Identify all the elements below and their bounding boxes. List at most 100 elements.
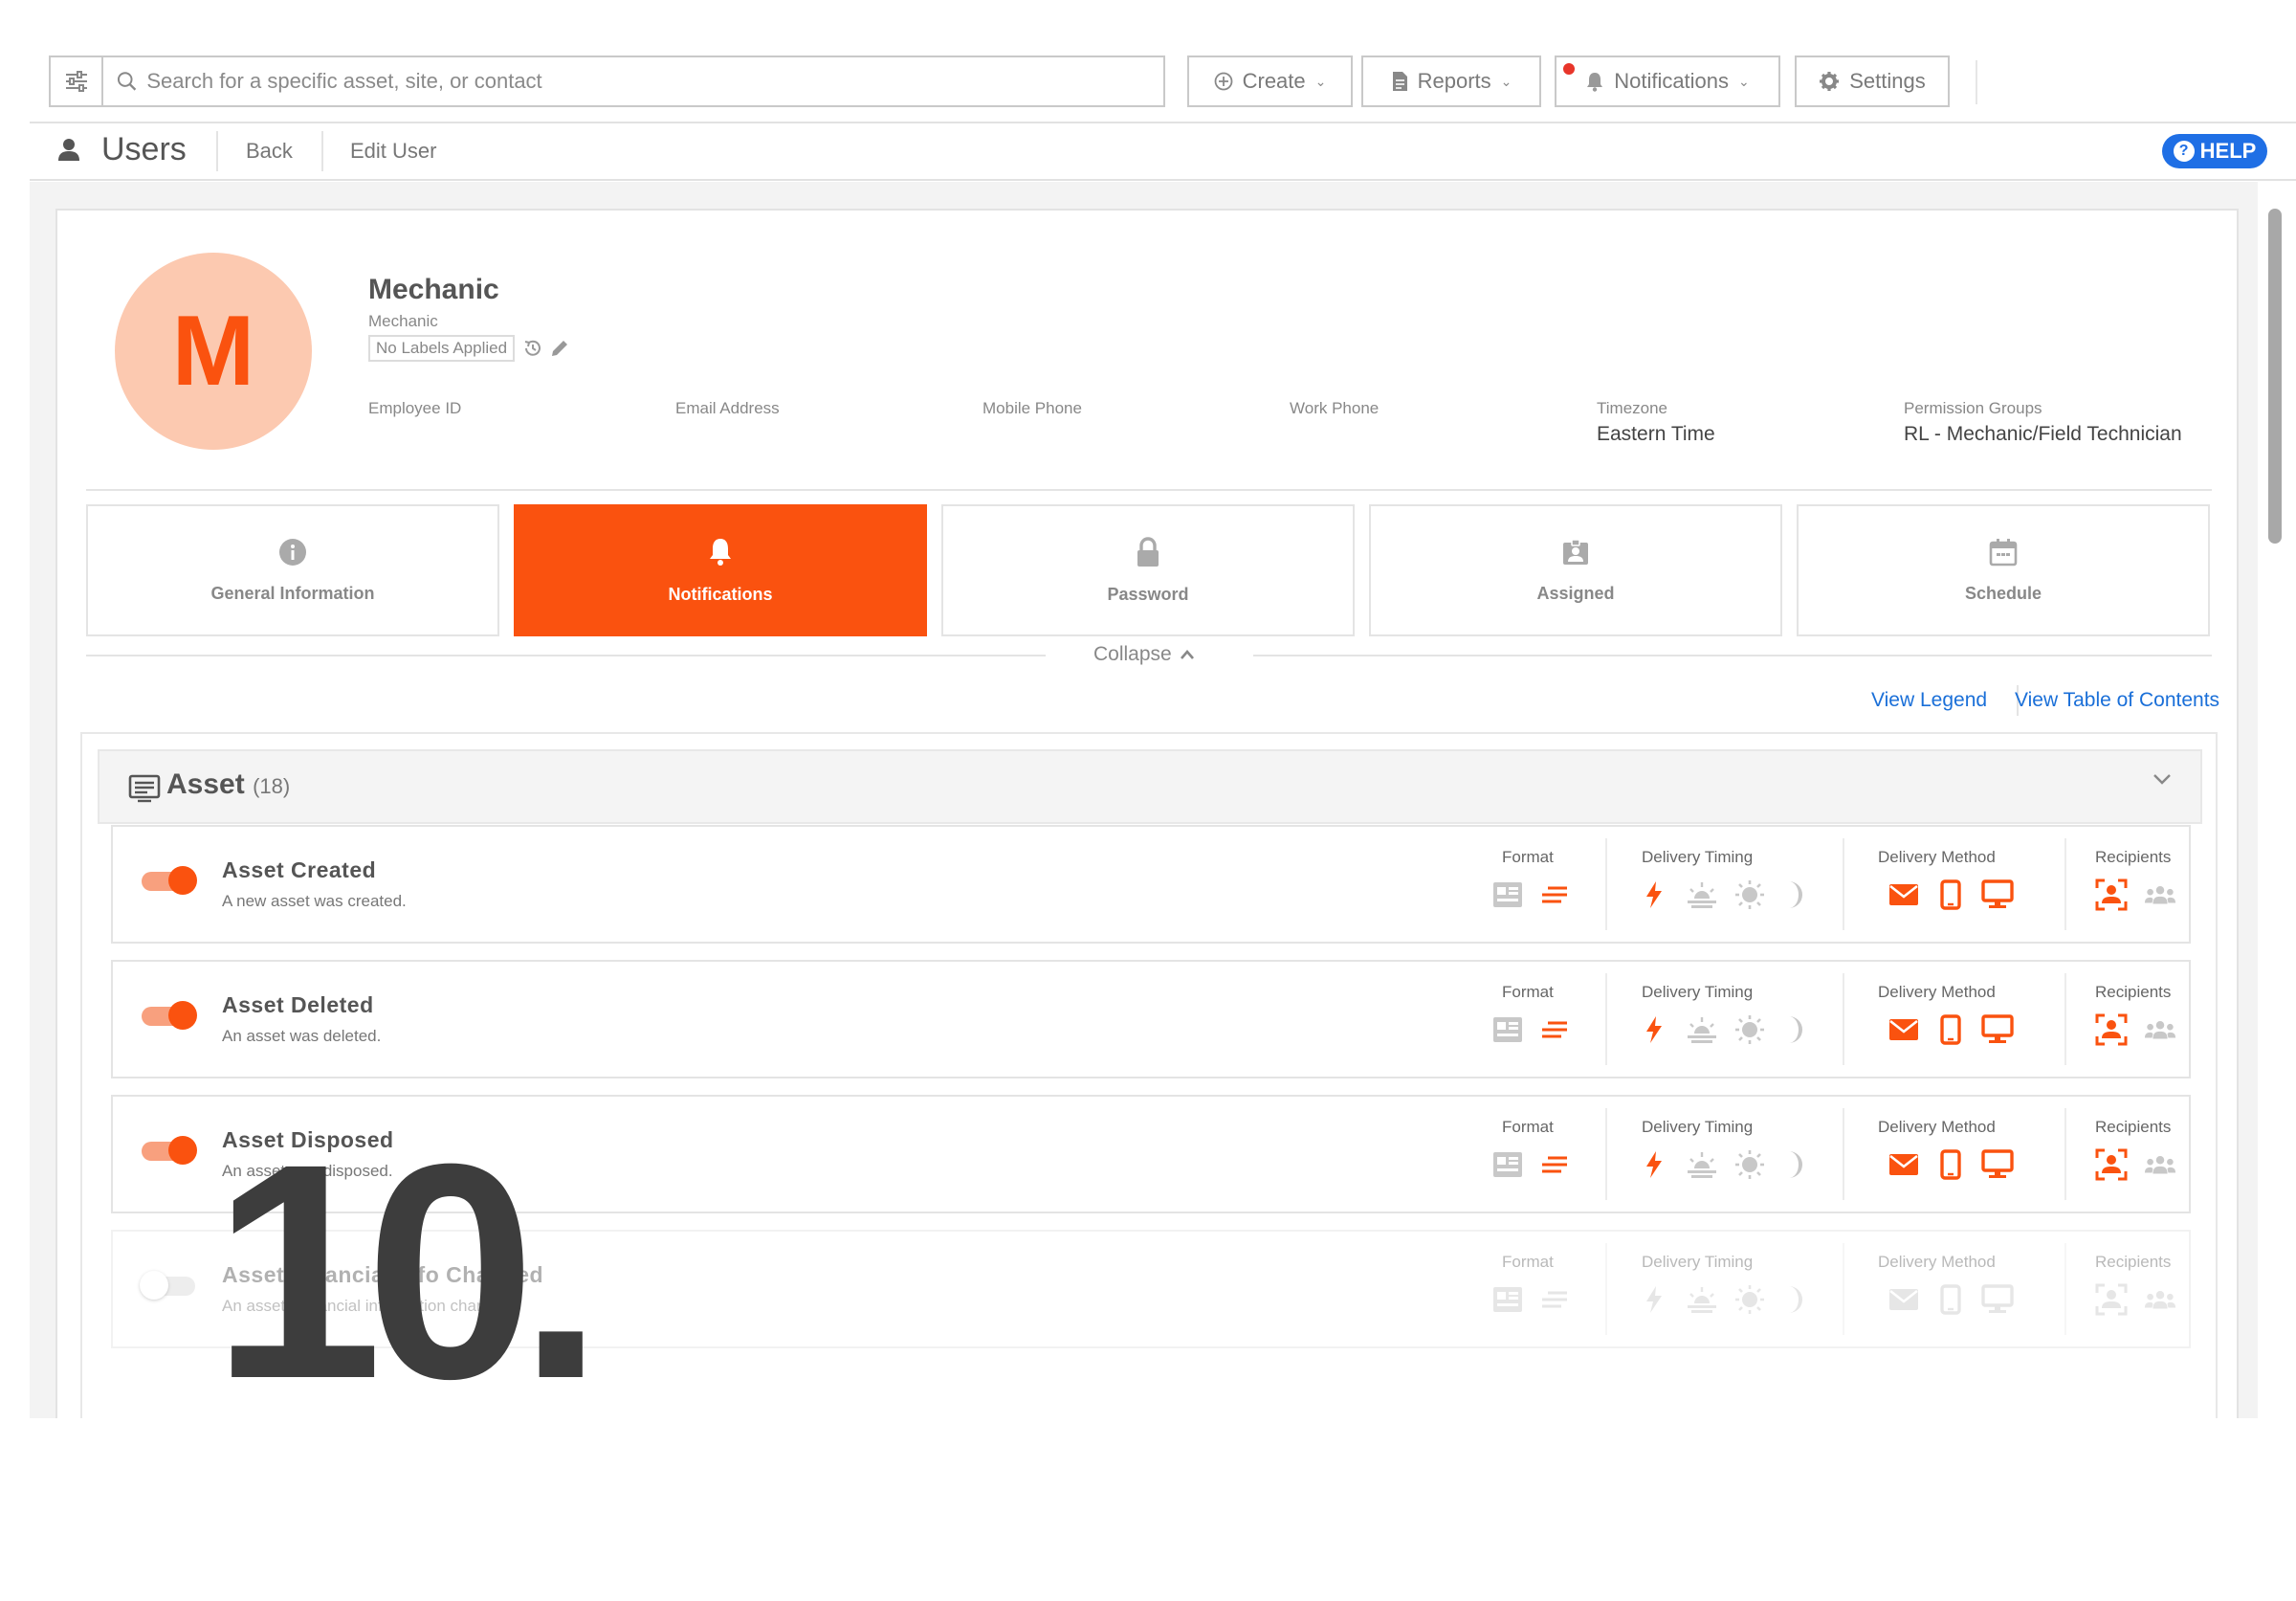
desktop-method-icon[interactable] [1981, 1013, 2014, 1046]
pencil-icon[interactable] [549, 338, 570, 359]
tab-assigned[interactable]: Assigned [1369, 504, 1782, 636]
labels-badge: No Labels Applied [368, 335, 516, 362]
header-border [30, 179, 2296, 181]
section-title: Asset (18) [166, 768, 290, 801]
evening-timing-icon[interactable] [1779, 1283, 1812, 1316]
summary-format-icon[interactable] [1491, 878, 1524, 911]
tab-notifications[interactable]: Notifications [514, 504, 927, 636]
evening-timing-icon[interactable] [1779, 1013, 1812, 1046]
search-input[interactable] [146, 69, 1163, 94]
desktop-method-icon[interactable] [1981, 1283, 2014, 1316]
morning-timing-icon[interactable] [1686, 1148, 1718, 1181]
notification-row: Asset Created A new asset was created. F… [111, 825, 2191, 944]
group-recipient-icon[interactable] [2144, 1283, 2176, 1316]
notification-toggle[interactable] [142, 1136, 197, 1165]
history-icon[interactable] [522, 338, 543, 359]
tab-schedule[interactable]: Schedule [1797, 504, 2210, 636]
notification-dot [1563, 63, 1575, 75]
detailed-format-icon[interactable] [1538, 1148, 1571, 1181]
asset-section-header[interactable]: Asset (18) [98, 749, 2202, 824]
timezone-label: Timezone [1597, 399, 1668, 417]
delivery-timing-label: Delivery Timing [1642, 848, 1754, 866]
monitor-icon [1981, 1284, 2014, 1313]
morning-timing-icon[interactable] [1686, 878, 1718, 911]
self-recipient-icon[interactable] [2095, 1283, 2128, 1316]
person-focus-icon [2095, 1013, 2128, 1046]
edit-user-link[interactable]: Edit User [350, 139, 436, 164]
group-recipient-icon[interactable] [2144, 878, 2176, 911]
summary-format-icon[interactable] [1491, 1148, 1524, 1181]
notification-toggle[interactable] [142, 866, 197, 895]
tab-password[interactable]: Password [941, 504, 1355, 636]
group-divider [1843, 1108, 1844, 1200]
instant-timing-icon[interactable] [1638, 1283, 1670, 1316]
tab-label: Notifications [668, 584, 773, 604]
email-method-icon[interactable] [1888, 1283, 1920, 1316]
toolbar-divider [1976, 60, 1977, 104]
avatar: M [115, 253, 312, 450]
reports-button[interactable]: Reports ⌄ [1361, 56, 1541, 107]
mobile-method-icon[interactable] [1934, 1013, 1967, 1046]
notification-toggle[interactable] [140, 1271, 195, 1300]
evening-timing-icon[interactable] [1779, 878, 1812, 911]
daytime-timing-icon[interactable] [1733, 878, 1766, 911]
help-button[interactable]: ? HELP [2162, 134, 2267, 168]
desktop-method-icon[interactable] [1981, 1148, 2014, 1181]
section-title-text: Asset [166, 768, 245, 800]
instant-timing-icon[interactable] [1638, 878, 1670, 911]
work-phone-label: Work Phone [1290, 399, 1380, 417]
self-recipient-icon[interactable] [2095, 1013, 2128, 1046]
settings-button[interactable]: Settings [1795, 56, 1950, 107]
email-method-icon[interactable] [1888, 1148, 1920, 1181]
top-toolbar: Create ⌄ Reports ⌄ Notifications ⌄ Setti… [30, 41, 2296, 123]
delivery-method-label: Delivery Method [1878, 983, 1996, 1001]
moon-icon [1789, 881, 1802, 908]
summary-format-icon[interactable] [1491, 1283, 1524, 1316]
detailed-format-icon[interactable] [1538, 1013, 1571, 1046]
scroll-thumb[interactable] [2268, 209, 2282, 544]
text-lines-icon [1542, 886, 1567, 903]
back-link[interactable]: Back [246, 139, 293, 164]
daytime-timing-icon[interactable] [1733, 1148, 1766, 1181]
desktop-method-icon[interactable] [1981, 878, 2014, 911]
chevron-down-icon[interactable] [2152, 772, 2173, 786]
create-button[interactable]: Create ⌄ [1187, 56, 1353, 107]
email-method-icon[interactable] [1888, 878, 1920, 911]
bell-icon [1587, 73, 1603, 92]
daytime-timing-icon[interactable] [1733, 1283, 1766, 1316]
mobile-method-icon[interactable] [1934, 1283, 1967, 1316]
self-recipient-icon[interactable] [2095, 1148, 2128, 1181]
notification-toggle[interactable] [142, 1001, 197, 1030]
detailed-format-icon[interactable] [1538, 878, 1571, 911]
view-toc-link[interactable]: View Table of Contents [2015, 689, 2219, 712]
group-divider [1605, 838, 1607, 930]
group-recipient-icon[interactable] [2144, 1148, 2176, 1181]
instant-timing-icon[interactable] [1638, 1013, 1670, 1046]
group-recipient-icon[interactable] [2144, 1013, 2176, 1046]
collapse-toggle[interactable]: Collapse [1093, 643, 1195, 666]
morning-timing-icon[interactable] [1686, 1283, 1718, 1316]
permission-groups-label: Permission Groups [1904, 399, 2042, 417]
morning-timing-icon[interactable] [1686, 1013, 1718, 1046]
person-focus-icon [2095, 878, 2128, 911]
settings-label: Settings [1849, 69, 1926, 93]
daytime-timing-icon[interactable] [1733, 1013, 1766, 1046]
group-divider [1605, 973, 1607, 1065]
person-focus-icon [2095, 1148, 2128, 1181]
notifications-button[interactable]: Notifications ⌄ [1555, 56, 1780, 107]
email-method-icon[interactable] [1888, 1013, 1920, 1046]
tab-label: Password [1107, 584, 1189, 604]
evening-timing-icon[interactable] [1779, 1148, 1812, 1181]
view-legend-link[interactable]: View Legend [1871, 689, 1987, 712]
self-recipient-icon[interactable] [2095, 878, 2128, 911]
instant-timing-icon[interactable] [1638, 1148, 1670, 1181]
mobile-method-icon[interactable] [1934, 878, 1967, 911]
sun-icon [1735, 880, 1764, 909]
tab-general-information[interactable]: General Information [86, 504, 499, 636]
sunrise-icon [1688, 1152, 1716, 1178]
notification-row: Asset Deleted An asset was deleted. Form… [111, 960, 2191, 1078]
mobile-method-icon[interactable] [1934, 1148, 1967, 1181]
summary-format-icon[interactable] [1491, 1013, 1524, 1046]
filter-button[interactable] [49, 56, 103, 107]
detailed-format-icon[interactable] [1538, 1283, 1571, 1316]
